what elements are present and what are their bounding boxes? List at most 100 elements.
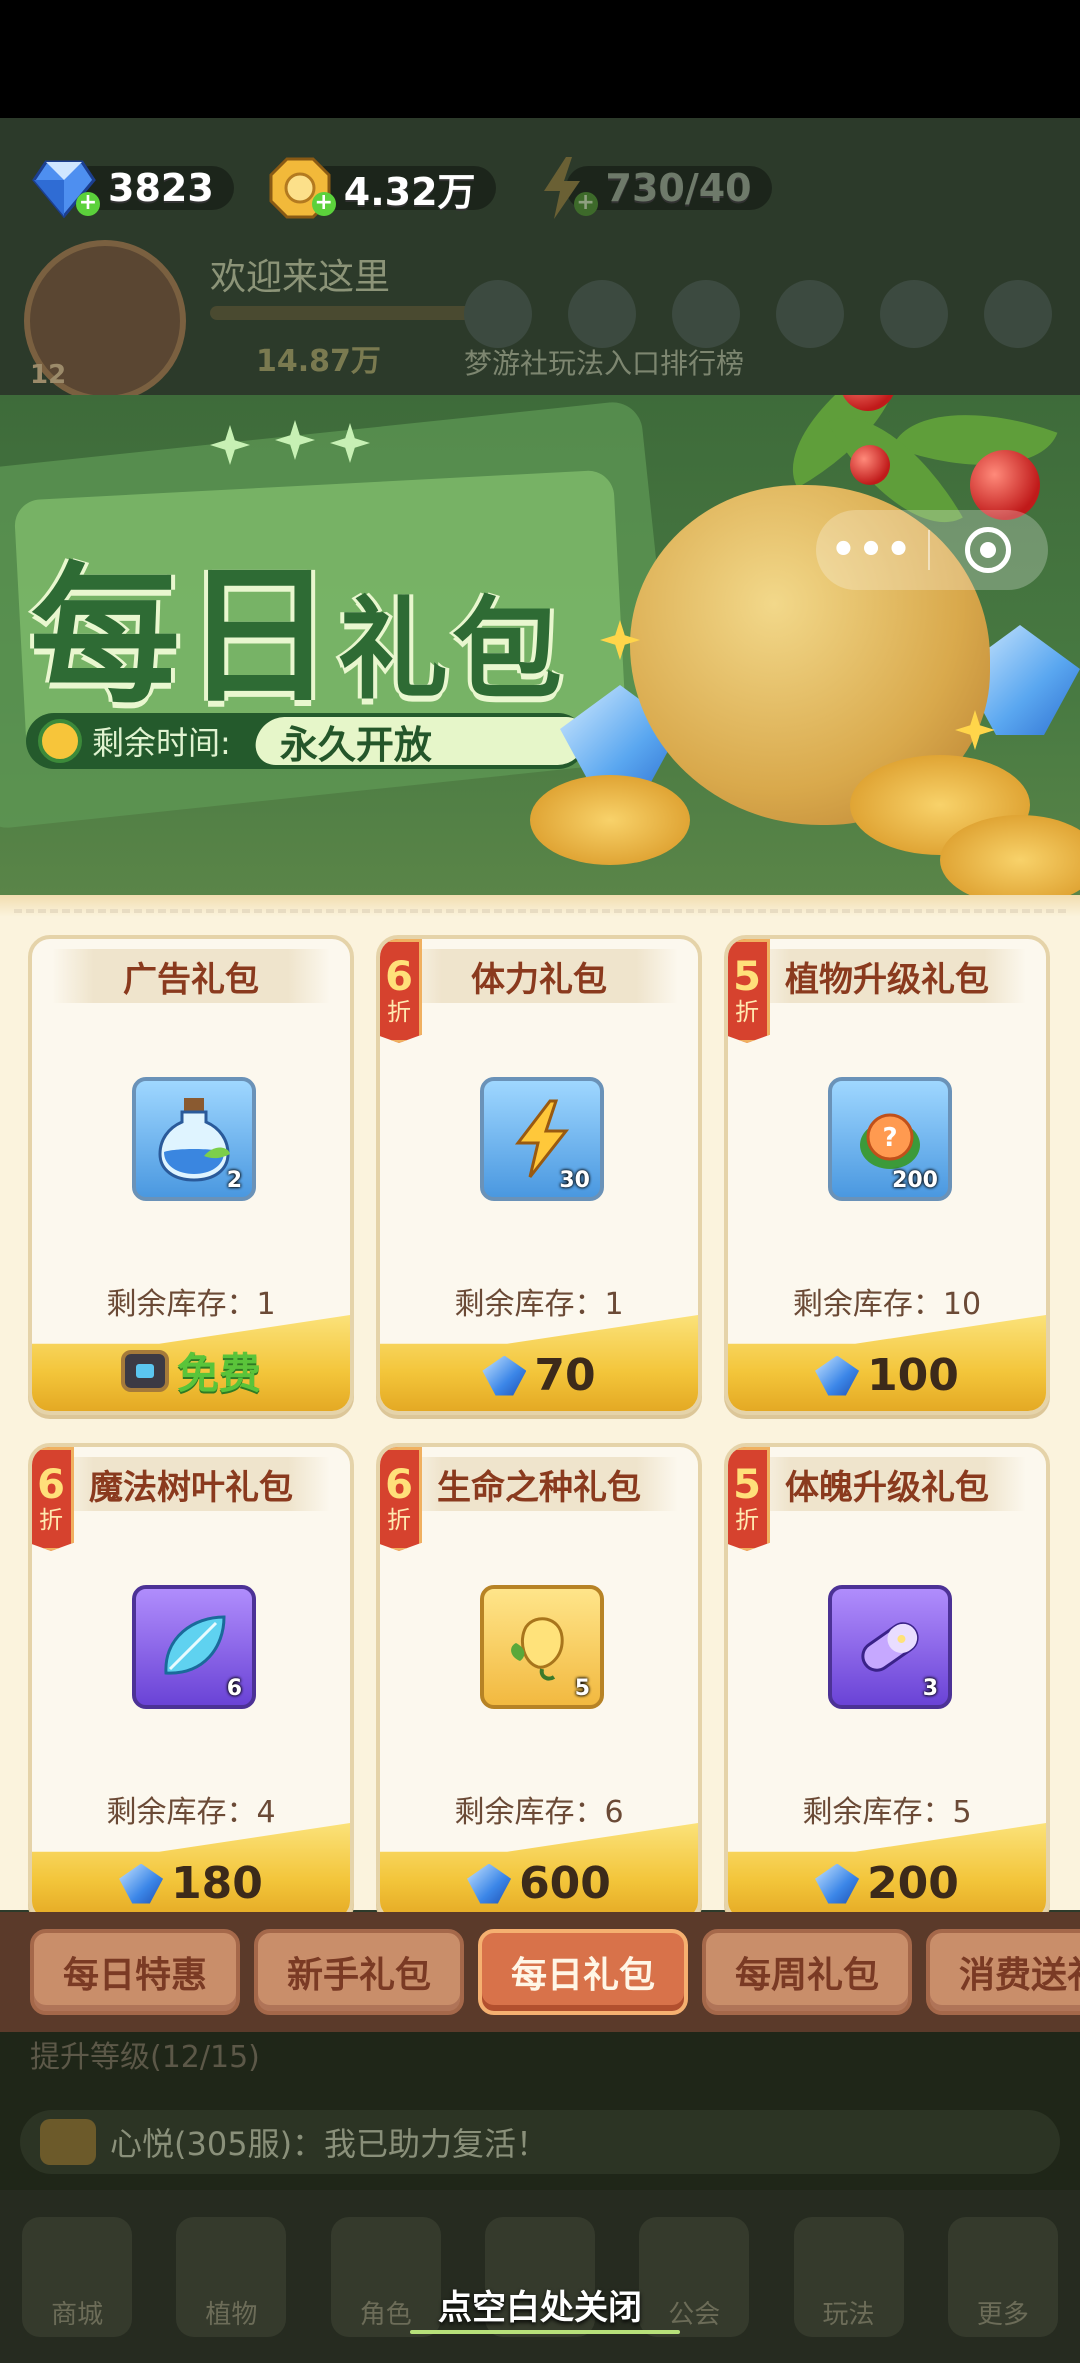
buy-button[interactable]: 180 xyxy=(32,1823,350,1919)
tab-newbie-gift[interactable]: 新手礼包 xyxy=(254,1929,464,2015)
chat-message: 心悦(305服)：我已助力复活！ xyxy=(110,2125,549,2163)
price-label: 免费 xyxy=(176,1349,261,1398)
bottom-nav: 商城 植物 角色 公会 玩法 更多 xyxy=(0,2190,1080,2363)
coin-resource[interactable]: + 4.32万 xyxy=(264,156,496,220)
resource-bar: + 3823 + 4.32万 + 730/40 xyxy=(0,118,1080,258)
stock-text: 剩余库存：5 xyxy=(802,1795,972,1830)
card-title: 魔法树叶礼包 xyxy=(89,1467,293,1508)
svg-text:?: ? xyxy=(882,1123,897,1153)
life-seed-icon: 5 xyxy=(480,1585,604,1709)
mystery-seed-icon: ? 200 xyxy=(828,1077,952,1201)
gem-resource[interactable]: + 3823 xyxy=(28,156,234,220)
gamepad-icon[interactable] xyxy=(568,280,636,348)
gift-card-magic-leaf[interactable]: 6折 魔法树叶礼包 6 剩余库存：4 180 xyxy=(28,1443,354,1923)
welcome-text: 欢迎来这里 xyxy=(210,257,391,298)
stock-text: 剩余库存：6 xyxy=(454,1795,624,1830)
buy-button[interactable]: 免费 xyxy=(32,1315,350,1411)
top-menu-icons xyxy=(464,280,1052,348)
status-bar-area xyxy=(0,0,1080,118)
gift-card-physique-upgrade[interactable]: 5折 体魄升级礼包 3 剩余库存：5 200 xyxy=(724,1443,1050,1923)
discount-badge: 6折 xyxy=(32,1447,74,1551)
add-gem-icon[interactable]: + xyxy=(76,192,100,216)
tv-ad-icon xyxy=(120,1349,169,1392)
close-miniprogram-button[interactable] xyxy=(930,527,1046,573)
card-title: 生命之种礼包 xyxy=(437,1467,641,1508)
capsule-icon: 3 xyxy=(828,1585,952,1709)
add-coin-icon[interactable]: + xyxy=(311,192,336,216)
stock-text: 剩余库存：10 xyxy=(792,1287,982,1322)
level-task-text: 提升等级(12/15) xyxy=(30,2040,260,2075)
power-value: 14.87万 xyxy=(256,344,381,379)
gem-icon xyxy=(467,1863,512,1904)
item-quantity: 200 xyxy=(892,1168,938,1193)
gem-count: 3823 xyxy=(108,166,214,210)
gem-icon xyxy=(815,1355,860,1396)
price-label: 100 xyxy=(867,1350,959,1401)
gift-panel: 广告礼包 2 剩余库存：1 免费 6折 体力礼包 30 剩余库存：1 70 5 … xyxy=(0,895,1080,1923)
buy-button[interactable]: 200 xyxy=(728,1823,1046,1919)
item-quantity: 6 xyxy=(226,1676,242,1701)
timer-label: 剩余时间: xyxy=(92,724,231,762)
item-quantity: 2 xyxy=(226,1168,242,1193)
discount-badge: 6折 xyxy=(380,1447,422,1551)
card-title: 体力礼包 xyxy=(471,959,607,1000)
price-label: 200 xyxy=(867,1858,959,1909)
gift-card-life-seed[interactable]: 6折 生命之种礼包 5 剩余库存：6 600 xyxy=(376,1443,702,1923)
gift-card-plant-upgrade[interactable]: 5折 植物升级礼包 ? 200 剩余库存：10 100 xyxy=(724,935,1050,1415)
timer-value: 永久开放 xyxy=(280,722,433,767)
gift-tab-bar: 每日特惠 新手礼包 每日礼包 每周礼包 消费送礼 xyxy=(0,1912,1080,2032)
coin-count: 4.32万 xyxy=(343,169,476,214)
banner-title: 每日礼包 xyxy=(30,515,566,732)
card-title: 体魄升级礼包 xyxy=(785,1467,989,1508)
tab-weekly-gift[interactable]: 每周礼包 xyxy=(702,1929,912,2015)
stock-text: 剩余库存：1 xyxy=(454,1287,624,1322)
add-stamina-icon[interactable]: + xyxy=(573,192,598,216)
xp-bar xyxy=(210,306,478,320)
target-close-icon xyxy=(965,527,1011,573)
tab-daily-special[interactable]: 每日特惠 xyxy=(30,1929,240,2015)
club-icon[interactable] xyxy=(464,280,532,348)
tab-daily-gift[interactable]: 每日礼包 xyxy=(478,1929,688,2015)
close-hint[interactable]: 点空白处关闭 xyxy=(0,2280,1080,2329)
chat-bubble-icon xyxy=(40,2119,96,2165)
buy-button[interactable]: 100 xyxy=(728,1315,1046,1411)
gem-icon xyxy=(119,1863,164,1904)
chat-face-icon[interactable] xyxy=(776,280,844,348)
banner-title-sub: 礼包 xyxy=(338,585,567,714)
card-title: 植物升级礼包 xyxy=(785,959,989,1000)
gift-card-ad[interactable]: 广告礼包 2 剩余库存：1 免费 xyxy=(28,935,354,1415)
berry-icon xyxy=(850,445,890,485)
stock-text: 剩余库存：1 xyxy=(106,1287,276,1322)
clock-icon xyxy=(38,719,82,763)
gift-card-stamina[interactable]: 6折 体力礼包 30 剩余库存：1 70 xyxy=(376,935,702,1415)
stock-text: 剩余库存：4 xyxy=(106,1795,276,1830)
menu-icon[interactable] xyxy=(880,280,948,348)
player-level: 12 xyxy=(30,360,67,390)
lightning-icon: 30 xyxy=(480,1077,604,1201)
gem-icon xyxy=(815,1863,860,1904)
magic-leaf-icon: 6 xyxy=(132,1585,256,1709)
gem-icon xyxy=(482,1355,527,1396)
price-label: 70 xyxy=(534,1350,596,1401)
price-label: 180 xyxy=(171,1858,263,1909)
card-title: 广告礼包 xyxy=(123,959,259,1000)
tab-spend-reward[interactable]: 消费送礼 xyxy=(926,1929,1080,2015)
ranking-icon[interactable] xyxy=(672,280,740,348)
world-chat-bar[interactable]: 心悦(305服)：我已助力复活！ xyxy=(20,2110,1060,2174)
discount-badge: 5折 xyxy=(728,1447,770,1551)
buy-button[interactable]: 600 xyxy=(380,1823,698,1919)
miniprogram-capsule: ••• xyxy=(816,510,1048,590)
daily-gift-banner: 每日礼包 剩余时间: 永久开放 xyxy=(0,395,1080,895)
stamina-resource[interactable]: + 730/40 xyxy=(526,156,772,220)
discount-badge: 5折 xyxy=(728,939,770,1043)
coin-decoration-icon xyxy=(530,775,690,865)
stamina-count: 730/40 xyxy=(605,166,752,210)
remaining-time: 剩余时间: 永久开放 xyxy=(26,713,591,769)
close-hint-underline xyxy=(410,2330,680,2334)
more-icon[interactable]: ••• xyxy=(816,527,928,573)
buy-button[interactable]: 70 xyxy=(380,1315,698,1411)
item-quantity: 5 xyxy=(574,1676,590,1701)
item-quantity: 30 xyxy=(559,1168,590,1193)
settings-icon[interactable] xyxy=(984,280,1052,348)
item-quantity: 3 xyxy=(922,1676,938,1701)
